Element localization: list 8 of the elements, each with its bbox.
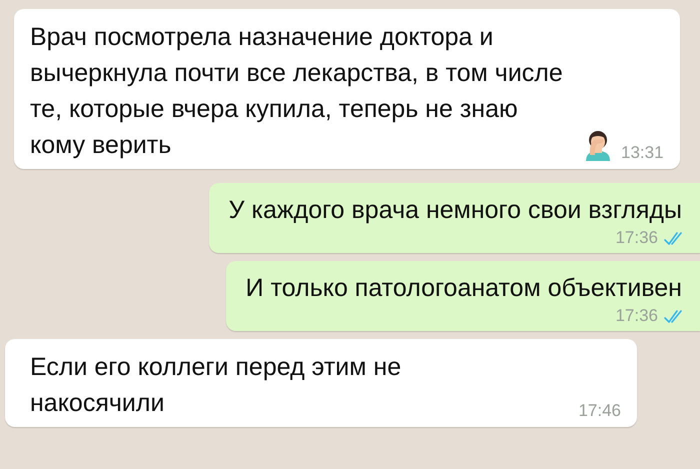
message-text: У каждого врача немного свои взгляды (228, 195, 682, 226)
message-time: 17:36 (615, 228, 658, 248)
message-time: 17:36 (615, 306, 658, 326)
message-text: Врач посмотрела назначение доктора и вычеркнула почти все лекарства, в том числе те, которые вчера купила, теперь не знаю кому верить (30, 22, 564, 161)
message-text: Если его коллеги перед этим не накосячили (30, 352, 402, 419)
message-text: И только патологоанатом объективен (246, 273, 682, 304)
message-time: 13:31 (621, 143, 664, 163)
message-time: 17:46 (578, 401, 621, 421)
